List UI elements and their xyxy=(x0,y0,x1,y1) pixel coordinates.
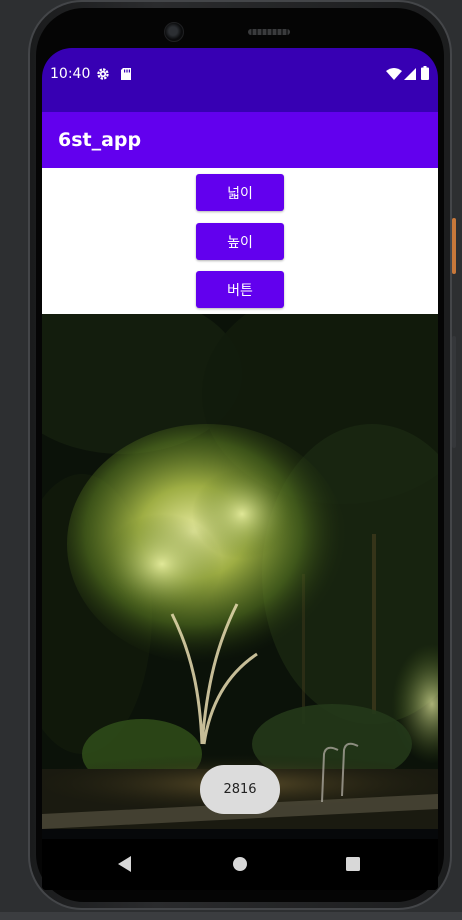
recents-icon[interactable] xyxy=(346,857,360,871)
bottom-strip xyxy=(0,912,462,920)
home-icon[interactable] xyxy=(232,856,248,872)
gear-icon xyxy=(97,68,109,80)
power-button[interactable] xyxy=(452,218,456,274)
app-toolbar: 6st_app xyxy=(42,112,438,168)
night-tree-photo xyxy=(42,314,438,839)
earpiece-speaker xyxy=(248,29,290,35)
button-button[interactable]: 버튼 xyxy=(196,271,284,308)
app-title: 6st_app xyxy=(58,129,142,151)
signal-icon xyxy=(404,68,416,80)
wifi-icon xyxy=(386,68,402,80)
navigation-bar xyxy=(42,839,438,890)
status-bar: 10:40 xyxy=(42,48,438,112)
back-icon[interactable] xyxy=(118,856,132,872)
battery-icon xyxy=(421,66,429,80)
phone-screen: 10:40 6st_app 넓이 높이 버튼 2816 xyxy=(42,48,438,890)
height-button[interactable]: 높이 xyxy=(196,223,284,260)
volume-button[interactable] xyxy=(452,336,456,448)
emulator-canvas: 10:40 6st_app 넓이 높이 버튼 2816 xyxy=(0,0,462,920)
sd-card-icon xyxy=(121,68,131,80)
toast-message: 2816 xyxy=(200,765,280,814)
status-time: 10:40 xyxy=(50,66,91,82)
front-camera-icon xyxy=(164,22,184,42)
width-button[interactable]: 넓이 xyxy=(196,174,284,211)
button-panel: 넓이 높이 버튼 xyxy=(42,168,438,314)
photo-illustration xyxy=(42,314,438,839)
